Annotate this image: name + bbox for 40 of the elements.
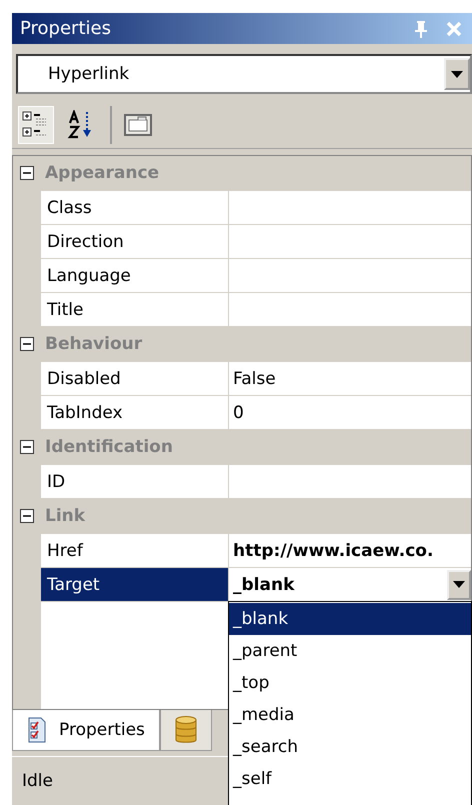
category-label: Appearance [44,163,160,183]
category-label: Behaviour [44,334,142,354]
dropdown-option[interactable]: _self [229,763,471,795]
object-selector[interactable]: Hyperlink [16,54,472,94]
property-value[interactable]: http://www.icaew.co. [233,540,434,560]
property-name[interactable]: Target [41,568,229,601]
dropdown-option[interactable]: _parent [229,635,471,667]
window-title: Properties [20,18,112,39]
property-name[interactable]: Language [41,259,229,292]
collapse-icon[interactable] [20,509,34,523]
dropdown-button[interactable] [447,570,471,600]
property-value[interactable]: _blank [233,574,294,594]
property-name[interactable]: Disabled [41,362,229,395]
panel-tab[interactable]: Properties [12,710,160,751]
dropdown-button[interactable] [444,58,470,90]
database-icon [174,715,197,745]
property-name[interactable]: Class [41,191,229,224]
panel-tab[interactable] [160,710,212,751]
status-text: Idle [22,771,53,791]
caret-icon [451,70,463,78]
dropdown-option[interactable]: _search [229,731,471,763]
collapse-icon[interactable] [20,337,34,351]
property-value[interactable]: 0 [233,402,244,422]
property-pages-icon [123,113,153,137]
property-name[interactable]: Href [41,534,229,567]
dropdown-option[interactable]: _media [229,699,471,731]
property-name[interactable]: Direction [41,225,229,258]
collapse-icon[interactable] [20,166,34,180]
category-label: Link [44,506,86,526]
caret-icon [453,581,465,588]
property-name[interactable]: Title [41,293,229,326]
category-label: Identification [44,437,173,457]
property-name[interactable]: ID [41,465,229,498]
categorized-button[interactable] [18,106,54,144]
property-name[interactable]: TabIndex [41,396,229,429]
collapse-icon[interactable] [20,440,34,454]
dropdown-option[interactable]: _top [229,667,471,699]
checklist-icon [27,717,47,743]
property-value[interactable]: False [233,368,276,388]
dropdown-option[interactable]: _blank [229,603,471,635]
